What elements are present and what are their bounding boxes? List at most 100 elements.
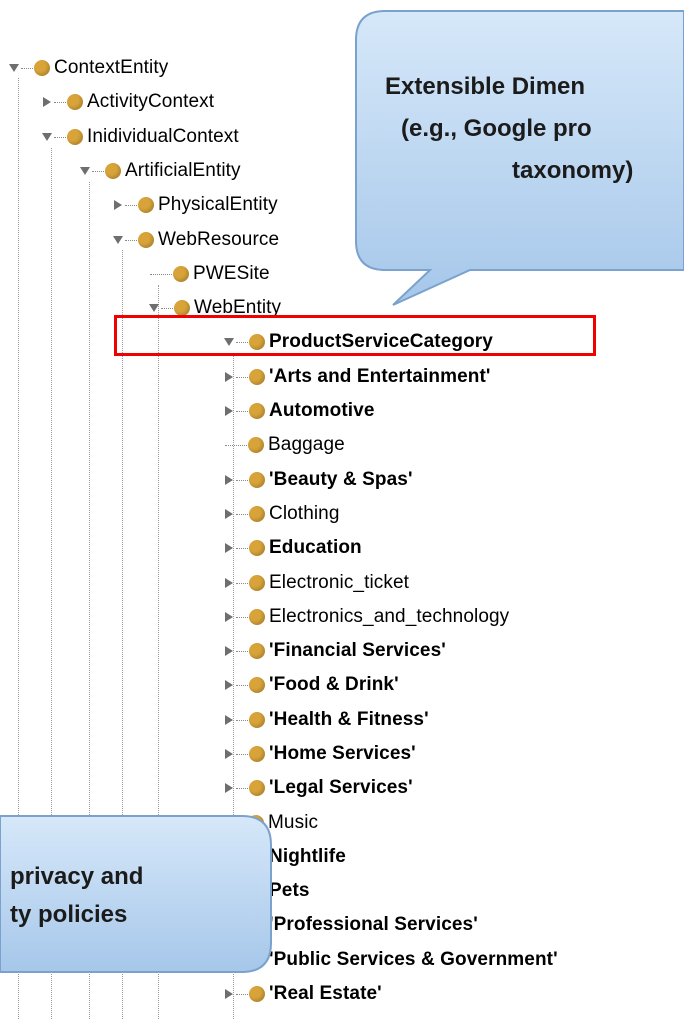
collapse-toggle-icon[interactable]	[223, 782, 235, 794]
class-circle-icon	[249, 575, 265, 591]
tree-connector	[92, 170, 104, 172]
class-circle-icon	[173, 266, 189, 282]
tree-node-label: 'Legal Services'	[269, 777, 413, 798]
collapse-toggle-icon[interactable]	[112, 199, 124, 211]
tree-node[interactable]: PWESite	[148, 261, 270, 287]
tree-connector	[54, 136, 66, 138]
callout-bottom-text: privacy and ty policies	[0, 860, 270, 950]
tree-node-label: PhysicalEntity	[158, 194, 278, 215]
class-circle-icon	[248, 437, 264, 453]
expand-toggle-icon[interactable]	[79, 165, 91, 177]
class-circle-icon	[249, 403, 265, 419]
callout-bottom-line2: ty policies	[10, 901, 128, 928]
tree-node-label: Electronic_ticket	[269, 572, 410, 593]
tree-node-label: 'Public Services & Government'	[269, 949, 558, 970]
tree-node[interactable]: 'Financial Services'	[223, 638, 446, 664]
collapse-toggle-icon[interactable]	[223, 508, 235, 520]
collapse-toggle-icon[interactable]	[223, 679, 235, 691]
tree-node-label: 'Real Estate'	[269, 983, 382, 1004]
collapse-toggle-icon[interactable]	[223, 405, 235, 417]
tree-node-label: InidividualContext	[87, 126, 239, 147]
tree-node[interactable]: InidividualContext	[41, 124, 239, 150]
tree-node-label: 'Health & Fitness'	[269, 709, 429, 730]
tree-node-label: 'Arts and Entertainment'	[269, 366, 491, 387]
expand-toggle-icon[interactable]	[148, 302, 160, 314]
tree-node[interactable]: 'Health & Fitness'	[223, 707, 429, 733]
tree-node-label: Automotive	[269, 400, 375, 421]
tree-node-label: Nightlife	[269, 846, 346, 867]
tree-connector	[236, 753, 248, 755]
expand-toggle-icon[interactable]	[8, 62, 20, 74]
tree-node-label: ArtificialEntity	[125, 160, 241, 181]
class-circle-icon	[138, 197, 154, 213]
tree-connector	[236, 513, 248, 515]
tree-connector	[236, 719, 248, 721]
class-circle-icon	[249, 643, 265, 659]
class-circle-icon	[249, 986, 265, 1002]
tree-connector	[236, 410, 248, 412]
tree-node[interactable]: 'Legal Services'	[223, 775, 413, 801]
tree-node[interactable]: 'Home Services'	[223, 741, 416, 767]
tree-connector	[125, 204, 137, 206]
expand-toggle-icon[interactable]	[112, 234, 124, 246]
tree-node[interactable]: Electronics_and_technology	[223, 604, 509, 630]
tree-node-label: PWESite	[193, 263, 270, 284]
tree-node[interactable]: 'Food & Drink'	[223, 672, 399, 698]
tree-connector	[225, 444, 247, 446]
callout-top-line2: (e.g., Google pro	[401, 115, 592, 142]
tree-connector	[236, 376, 248, 378]
tree-node[interactable]: PhysicalEntity	[112, 192, 278, 218]
class-circle-icon	[249, 677, 265, 693]
tree-connector	[236, 582, 248, 584]
tree-node[interactable]: 'Beauty & Spas'	[223, 467, 413, 493]
tree-connector	[236, 479, 248, 481]
tree-node[interactable]: 'Real Estate'	[223, 981, 382, 1007]
collapse-toggle-icon[interactable]	[223, 988, 235, 1000]
collapse-toggle-icon[interactable]	[223, 542, 235, 554]
tree-node[interactable]: Automotive	[223, 398, 375, 424]
class-circle-icon	[249, 369, 265, 385]
tree-node[interactable]: Education	[223, 535, 362, 561]
tree-node[interactable]: ActivityContext	[41, 89, 214, 115]
tree-connector	[21, 67, 33, 69]
class-circle-icon	[249, 540, 265, 556]
tree-connector	[236, 547, 248, 549]
collapse-toggle-icon[interactable]	[223, 748, 235, 760]
tree-node[interactable]: Baggage	[223, 432, 345, 458]
tree-connector	[236, 650, 248, 652]
tree-node-label: 'Financial Services'	[269, 640, 446, 661]
collapse-toggle-icon[interactable]	[223, 611, 235, 623]
tree-node-label: 'Beauty & Spas'	[269, 469, 413, 490]
tree-node[interactable]: ArtificialEntity	[79, 158, 241, 184]
tree-node[interactable]: 'Arts and Entertainment'	[223, 364, 491, 390]
collapse-toggle-icon[interactable]	[223, 371, 235, 383]
tree-node[interactable]: ContextEntity	[8, 55, 168, 81]
collapse-toggle-icon[interactable]	[223, 577, 235, 589]
collapse-toggle-icon[interactable]	[41, 96, 53, 108]
callout-top-line3: taxonomy)	[512, 157, 634, 184]
class-circle-icon	[249, 746, 265, 762]
tree-connector	[236, 993, 248, 995]
tree-node-label: Education	[269, 537, 362, 558]
class-circle-icon	[249, 712, 265, 728]
tree-connector	[54, 101, 66, 103]
tree-node-label: 'Home Services'	[269, 743, 416, 764]
tree-connector	[125, 239, 137, 241]
tree-node[interactable]: Clothing	[223, 501, 340, 527]
tree-node[interactable]: WebResource	[112, 227, 279, 253]
collapse-toggle-icon[interactable]	[223, 645, 235, 657]
class-circle-icon	[174, 300, 190, 316]
collapse-toggle-icon[interactable]	[223, 714, 235, 726]
tree-node-label: Clothing	[269, 503, 340, 524]
tree-connector	[236, 684, 248, 686]
selected-node-highlight	[114, 315, 596, 356]
callout-top-line1: Extensible Dimen	[385, 73, 586, 100]
tree-node[interactable]: Electronic_ticket	[223, 570, 409, 596]
expand-toggle-icon[interactable]	[41, 131, 53, 143]
tree-connector	[236, 616, 248, 618]
tree-node-label: ActivityContext	[87, 91, 215, 112]
collapse-toggle-icon[interactable]	[223, 474, 235, 486]
tree-node-label: 'Professional Services'	[269, 914, 478, 935]
tree-node-label: ContextEntity	[54, 57, 169, 78]
class-circle-icon	[138, 232, 154, 248]
